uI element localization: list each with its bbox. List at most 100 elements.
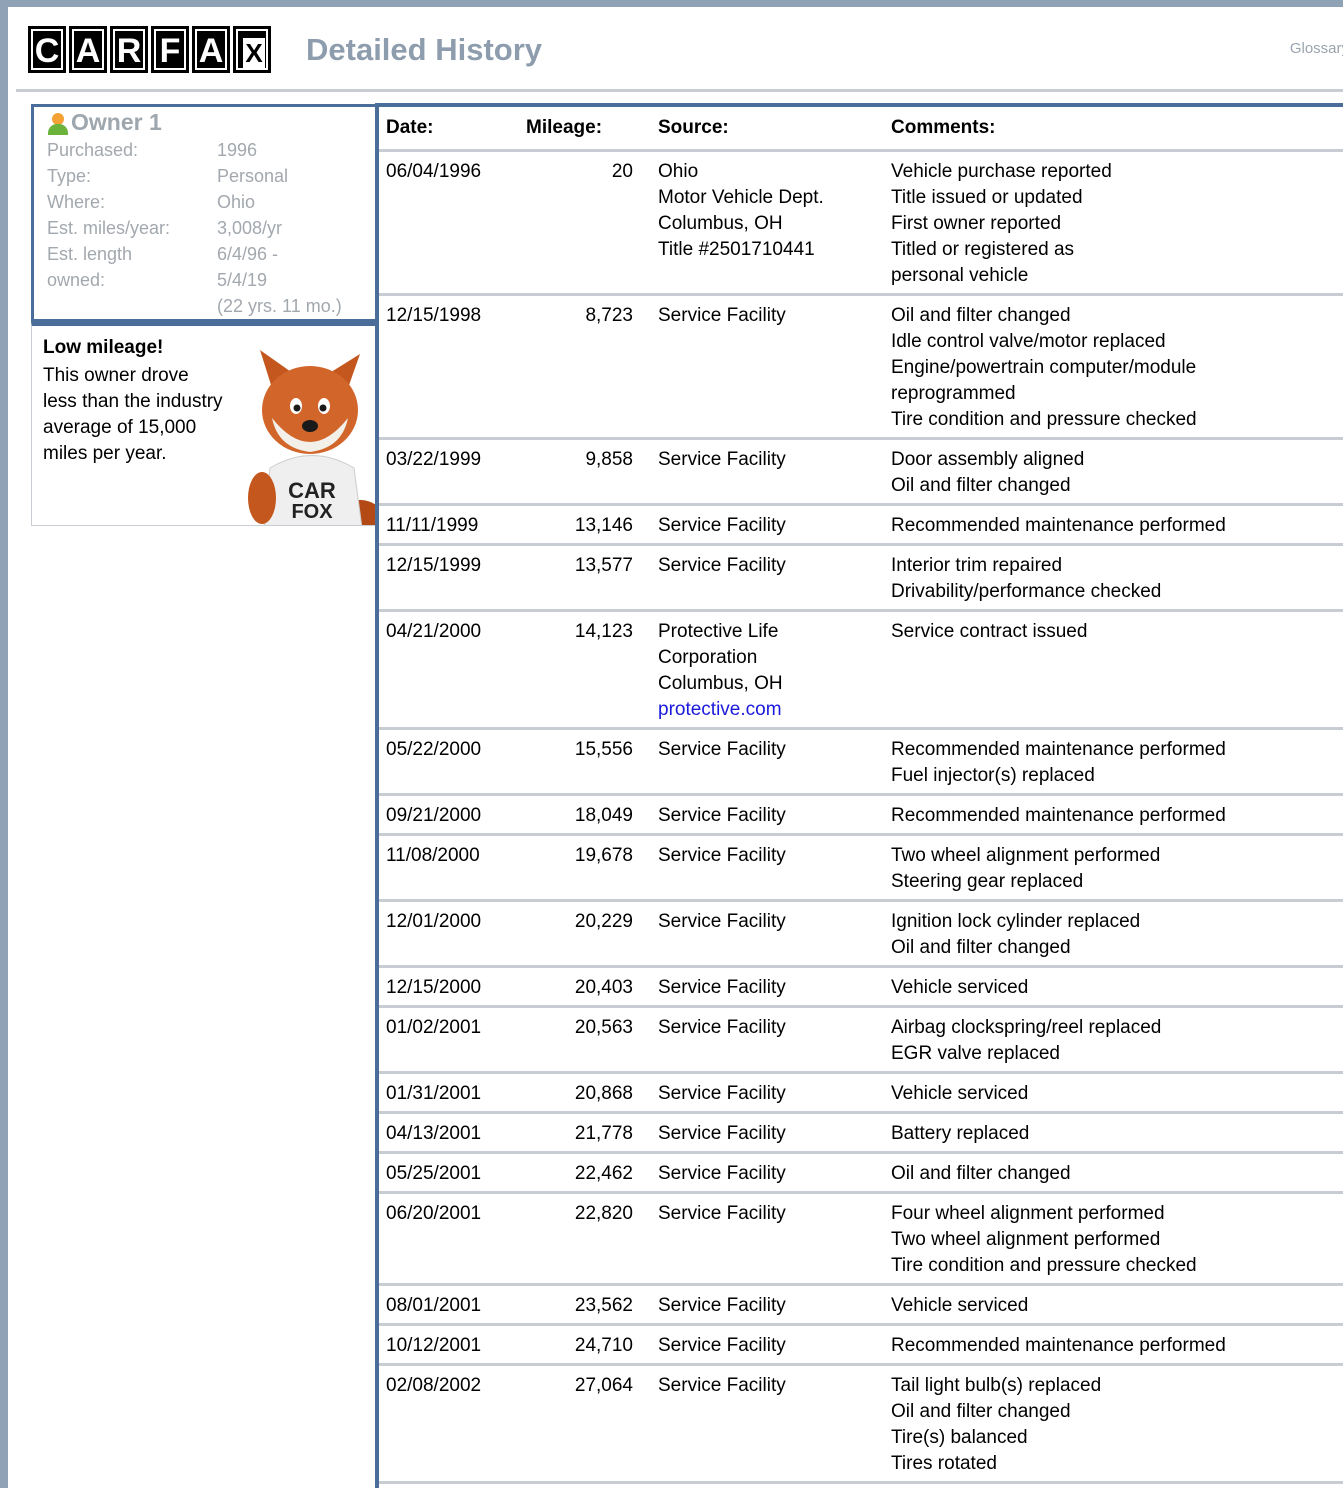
row-source: Service Facility	[658, 909, 878, 935]
header-comments: Comments:	[891, 117, 996, 138]
comment-line: Oil and filter changed	[891, 475, 1071, 496]
source-line: Service Facility	[658, 1375, 786, 1396]
row-date: 06/20/2001	[386, 1203, 482, 1224]
comment-line: Oil and filter changed	[891, 1401, 1071, 1422]
source-line: Corporation	[658, 647, 758, 668]
row-source: Service Facility	[658, 1373, 878, 1399]
row-mileage: 19,678	[574, 845, 633, 866]
row-source: Service Facility	[658, 843, 878, 869]
row-date: 10/12/2001	[386, 1335, 482, 1356]
row-comments: Airbag clockspring/reel replaced EGR valv…	[891, 1015, 1343, 1067]
carfax-logo: C A R F A X	[28, 26, 274, 76]
row-source: Service Facility	[658, 1015, 878, 1041]
comment-line: Airbag clockspring/reel replaced	[891, 1017, 1162, 1038]
table-row: 12/15/2000 20,403 Service Facility Vehicle …	[379, 965, 1343, 1005]
row-comments: Recommended maintenance performed	[891, 1333, 1343, 1359]
row-comments: Service contract issued	[891, 619, 1343, 645]
logo-letter: X	[243, 38, 265, 68]
comment-line: Fuel injector(s) replaced	[891, 765, 1095, 786]
row-source: Service Facility	[658, 1201, 878, 1227]
comment-line: personal vehicle	[891, 265, 1029, 286]
row-mileage: 20,403	[574, 977, 633, 998]
comment-line: Vehicle purchase reported	[891, 161, 1112, 182]
owner-panel: Owner 1 Purchased: 1996 Type: Personal Whe…	[31, 104, 378, 322]
row-date: 02/08/2002	[386, 1375, 482, 1396]
row-source: Service Facility	[658, 1293, 878, 1319]
source-line: Service Facility	[658, 449, 786, 470]
table-row: 04/13/2001 21,778 Service Facility Battery …	[379, 1111, 1343, 1151]
table-row: 08/01/2001 23,562 Service Facility Vehicle …	[379, 1283, 1343, 1323]
note-text: This owner drove less than the industry …	[43, 365, 223, 464]
source-line: Service Facility	[658, 1335, 786, 1356]
row-source: Service Facility	[658, 447, 878, 473]
source-line: Service Facility	[658, 1203, 786, 1224]
comment-line: Tail light bulb(s) replaced	[891, 1375, 1102, 1396]
source-line: Service Facility	[658, 1083, 786, 1104]
table-row: 12/01/2000 20,229 Service Facility Ignition…	[379, 899, 1343, 965]
row-comments: Vehicle serviced	[891, 1081, 1343, 1107]
row-date: 04/13/2001	[386, 1123, 482, 1144]
source-line: Service Facility	[658, 911, 786, 932]
table-row: 12/15/1999 13,577 Service Facility Interior…	[379, 543, 1343, 609]
table-row: 03/22/1999 9,858 Service Facility Door asse…	[379, 437, 1343, 503]
source-line: Service Facility	[658, 555, 786, 576]
row-date: 08/01/2001	[386, 1295, 482, 1316]
table-row: 05/22/2000 15,556 Service Facility Recommen…	[379, 727, 1343, 793]
comment-line: Oil and filter changed	[891, 1163, 1071, 1184]
owner-field-where: Where: Ohio	[47, 192, 256, 212]
comment-line: Tires rotated	[891, 1453, 997, 1474]
row-mileage: 9,858	[585, 449, 633, 470]
logo-letter: C	[28, 26, 66, 73]
owner-title: Owner 1	[71, 109, 162, 135]
row-mileage: 15,556	[574, 739, 633, 760]
row-mileage: 24,710	[574, 1335, 633, 1356]
comment-line: Vehicle serviced	[891, 1295, 1029, 1316]
row-comments: Recommended maintenance performed Fuel in…	[891, 737, 1343, 789]
row-source: Service Facility	[658, 553, 878, 579]
comment-line: Four wheel alignment performed	[891, 1203, 1165, 1224]
logo-fox-tile: X	[233, 26, 271, 73]
row-mileage: 27,064	[574, 1375, 633, 1396]
comment-line: Idle control valve/motor replaced	[891, 331, 1166, 352]
table-row: 04/21/2000 14,123 Protective Life Corporati…	[379, 609, 1343, 727]
row-mileage: 22,820	[574, 1203, 633, 1224]
comment-line: Oil and filter changed	[891, 305, 1071, 326]
row-date: 03/22/1999	[386, 449, 482, 470]
logo-letter: A	[192, 26, 230, 73]
owner-field-length: Est. length 6/4/96 -	[47, 244, 279, 264]
comment-line: Service contract issued	[891, 621, 1088, 642]
row-mileage: 20,868	[574, 1083, 633, 1104]
table-row: 10/12/2001 24,710 Service Facility Recommen…	[379, 1323, 1343, 1363]
header-source: Source:	[658, 117, 729, 138]
history-table: Date: Mileage: Source: Comments: 06/04/1…	[375, 103, 1343, 1488]
svg-text:CAR: CAR	[288, 478, 336, 503]
source-line: Service Facility	[658, 1163, 786, 1184]
row-comments: Oil and filter changed Idle control valve…	[891, 303, 1343, 433]
comment-line: Recommended maintenance performed	[891, 1335, 1226, 1356]
glossary-link[interactable]: Glossary	[1290, 40, 1343, 57]
comment-line: Tire condition and pressure checked	[891, 1255, 1197, 1276]
row-date: 11/08/2000	[386, 845, 480, 866]
table-row: 05/25/2001 22,462 Service Facility Oil and …	[379, 1151, 1343, 1191]
comment-line: Drivability/performance checked	[891, 581, 1162, 602]
comment-line: Two wheel alignment performed	[891, 1229, 1161, 1250]
logo-letter: F	[151, 26, 189, 73]
row-comments: Recommended maintenance performed	[891, 803, 1343, 829]
row-comments: Tail light bulb(s) replaced Oil and filte…	[891, 1373, 1343, 1477]
row-date: 12/01/2000	[386, 911, 482, 932]
comment-line: Vehicle serviced	[891, 1083, 1029, 1104]
header: C A R F A X Detailed History Glossary	[16, 14, 1343, 92]
comment-line: EGR valve replaced	[891, 1043, 1060, 1064]
owner-field-type: Type: Personal	[47, 166, 289, 186]
row-mileage: 13,577	[574, 555, 633, 576]
source-website-link[interactable]: protective.com	[658, 697, 878, 723]
row-source: Service Facility	[658, 1161, 878, 1187]
row-source: Service Facility	[658, 1121, 878, 1147]
row-date: 12/15/2000	[386, 977, 482, 998]
row-mileage: 18,049	[574, 805, 633, 826]
row-mileage: 20	[611, 161, 633, 182]
row-mileage: 21,778	[574, 1123, 633, 1144]
comment-line: Two wheel alignment performed	[891, 845, 1161, 866]
source-line: Columbus, OH	[658, 673, 783, 694]
row-comments: Recommended maintenance performed	[891, 513, 1343, 539]
